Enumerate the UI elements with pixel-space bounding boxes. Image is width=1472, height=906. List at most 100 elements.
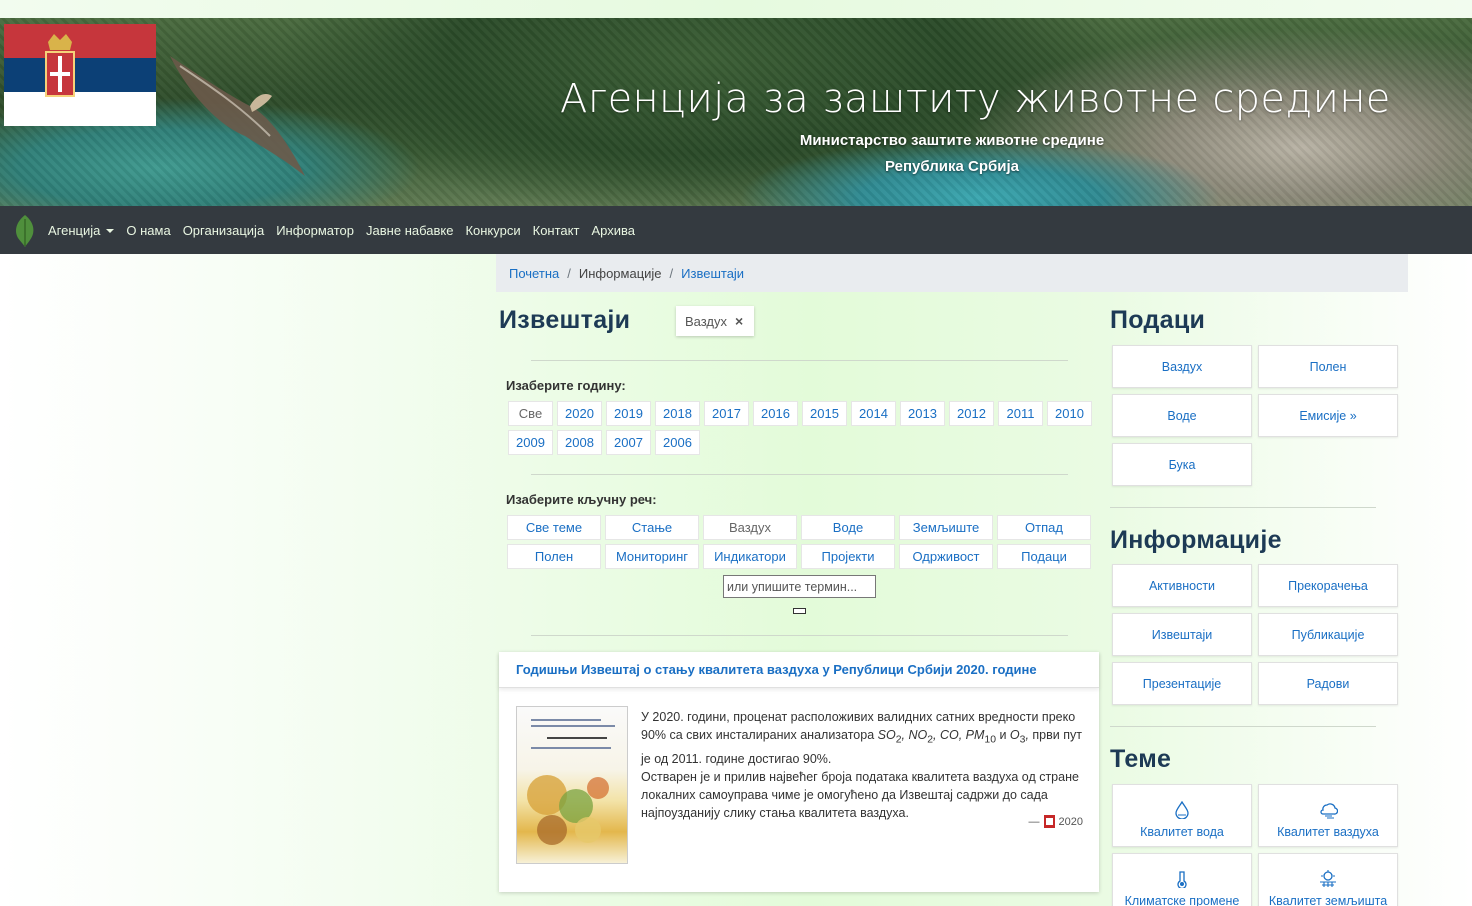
year-button[interactable]: 2014 bbox=[851, 401, 896, 426]
site-title: Агенција за заштиту животне средине bbox=[560, 76, 1391, 122]
report-title-link[interactable]: Годишњи Извештај о стању квалитета вазду… bbox=[499, 652, 1099, 688]
year-button[interactable]: 2017 bbox=[704, 401, 749, 426]
info-link-reports[interactable]: Извештаји bbox=[1112, 613, 1252, 656]
top-strip bbox=[0, 0, 1472, 18]
year-button-all[interactable]: Све bbox=[508, 401, 553, 426]
year-button[interactable]: 2010 bbox=[1047, 401, 1092, 426]
topics-links-grid: Квалитет вода Квалитет ваздуха Климатске… bbox=[1112, 784, 1400, 906]
keyword-button[interactable]: Одрживост bbox=[899, 544, 993, 569]
info-link-papers[interactable]: Радови bbox=[1258, 662, 1398, 705]
keyword-button[interactable]: Отпад bbox=[997, 515, 1091, 540]
year-button[interactable]: 2012 bbox=[949, 401, 994, 426]
vulture-image bbox=[170, 56, 305, 176]
year-filter-grid: Све 2020 2019 2018 2017 2016 2015 2014 2… bbox=[508, 401, 1092, 455]
info-link-publications[interactable]: Публикације bbox=[1258, 613, 1398, 656]
topic-link-soil-quality[interactable]: Квалитет земљишта bbox=[1258, 853, 1398, 906]
nav-archive[interactable]: Архива bbox=[585, 223, 641, 238]
year-button[interactable]: 2007 bbox=[606, 430, 651, 455]
keyword-button[interactable]: Земљиште bbox=[899, 515, 993, 540]
nav-agency-dropdown[interactable]: Агенција bbox=[48, 223, 120, 238]
year-button[interactable]: 2020 bbox=[557, 401, 602, 426]
report-para2: Остварен је и прилив највећег броја пода… bbox=[641, 769, 1079, 820]
divider bbox=[1110, 726, 1376, 727]
info-links-grid: Активности Прекорачења Извештаји Публика… bbox=[1112, 564, 1400, 705]
cloud-wind-icon bbox=[1320, 802, 1338, 818]
divider bbox=[1110, 507, 1376, 508]
year-button[interactable]: 2016 bbox=[753, 401, 798, 426]
divider bbox=[531, 635, 1068, 636]
keyword-button[interactable]: Полен bbox=[507, 544, 601, 569]
active-filter-label: Ваздух bbox=[685, 313, 728, 329]
main-navbar: Агенција О нама Организација Информатор … bbox=[0, 206, 1472, 254]
topic-label: Квалитет земљишта bbox=[1268, 893, 1388, 906]
active-filter-chip[interactable]: Ваздух × bbox=[676, 306, 754, 336]
keyword-button[interactable]: Воде bbox=[801, 515, 895, 540]
search-submit-button[interactable] bbox=[793, 608, 806, 614]
data-link-air[interactable]: Ваздух bbox=[1112, 345, 1252, 388]
report-summary: У 2020. години, проценат расположивих ва… bbox=[641, 710, 1082, 820]
year-button[interactable]: 2011 bbox=[998, 401, 1043, 426]
data-link-pollen[interactable]: Полен bbox=[1258, 345, 1398, 388]
keyword-button[interactable]: Подаци bbox=[997, 544, 1091, 569]
topic-label: Климатске промене bbox=[1124, 893, 1240, 906]
nav-about[interactable]: О нама bbox=[120, 223, 176, 238]
thermometer-icon bbox=[1177, 870, 1187, 888]
topic-label: Квалитет ваздуха bbox=[1277, 824, 1379, 839]
info-link-activities[interactable]: Активности bbox=[1112, 564, 1252, 607]
year-label: Изаберите годину: bbox=[506, 378, 626, 393]
year-button[interactable]: 2009 bbox=[508, 430, 553, 455]
keyword-label: Изаберите кључну реч: bbox=[506, 492, 657, 507]
country-subtitle: Република Србија bbox=[884, 158, 1020, 175]
pdf-icon bbox=[1043, 815, 1055, 828]
year-button[interactable]: 2018 bbox=[655, 401, 700, 426]
breadcrumb-middle: Информације bbox=[578, 265, 662, 281]
close-icon[interactable]: × bbox=[735, 313, 743, 329]
water-drop-icon bbox=[1175, 800, 1189, 819]
page-title: Извештаји bbox=[499, 306, 631, 334]
keyword-button[interactable]: Стање bbox=[605, 515, 699, 540]
report-cover-image[interactable] bbox=[516, 706, 628, 864]
year-button[interactable]: 2015 bbox=[802, 401, 847, 426]
year-button[interactable]: 2008 bbox=[557, 430, 602, 455]
nav-organization[interactable]: Организација bbox=[177, 223, 271, 238]
info-link-exceedances[interactable]: Прекорачења bbox=[1258, 564, 1398, 607]
topic-link-climate-change[interactable]: Климатске промене bbox=[1112, 853, 1252, 906]
nav-competitions[interactable]: Конкурси bbox=[459, 223, 526, 238]
soil-icon bbox=[1320, 869, 1336, 887]
breadcrumb-separator: / bbox=[567, 265, 571, 281]
report-card: Годишњи Извештај о стању квалитета вазду… bbox=[499, 652, 1099, 892]
breadcrumb-current[interactable]: Извештаји bbox=[681, 266, 744, 281]
nav-procurement[interactable]: Јавне набавке bbox=[360, 223, 459, 238]
breadcrumb-home[interactable]: Почетна bbox=[509, 266, 559, 281]
divider bbox=[531, 360, 1068, 361]
year-button[interactable]: 2013 bbox=[900, 401, 945, 426]
year-button[interactable]: 2006 bbox=[655, 430, 700, 455]
data-link-water[interactable]: Воде bbox=[1112, 394, 1252, 437]
nav-informator[interactable]: Информатор bbox=[270, 223, 360, 238]
topic-link-air-quality[interactable]: Квалитет ваздуха bbox=[1258, 784, 1398, 847]
topic-label: Квалитет вода bbox=[1140, 824, 1224, 839]
header-banner: Агенција за заштиту животне средине Мини… bbox=[0, 18, 1472, 206]
keyword-button-active[interactable]: Ваздух bbox=[703, 515, 797, 540]
data-link-noise[interactable]: Бука bbox=[1112, 443, 1252, 486]
report-download[interactable]: — 2020 bbox=[1029, 815, 1083, 828]
breadcrumb: Почетна / Информације / Извештаји bbox=[496, 254, 1408, 292]
topic-link-water-quality[interactable]: Квалитет вода bbox=[1112, 784, 1252, 847]
keyword-button[interactable]: Пројекти bbox=[801, 544, 895, 569]
leaf-logo-icon[interactable] bbox=[12, 214, 38, 248]
serbian-flag-logo[interactable] bbox=[4, 24, 156, 126]
keyword-filter-grid: Све теме Стање Ваздух Воде Земљиште Отпа… bbox=[507, 515, 1093, 569]
nav-contact[interactable]: Контакт bbox=[527, 223, 586, 238]
data-link-emissions[interactable]: Емисије » bbox=[1258, 394, 1398, 437]
year-button[interactable]: 2019 bbox=[606, 401, 651, 426]
breadcrumb-separator: / bbox=[669, 265, 674, 281]
data-heading: Подаци bbox=[1110, 306, 1206, 334]
coat-of-arms-icon bbox=[45, 34, 75, 97]
keyword-button[interactable]: Све теме bbox=[507, 515, 601, 540]
keyword-button[interactable]: Индикатори bbox=[703, 544, 797, 569]
info-link-presentations[interactable]: Презентације bbox=[1112, 662, 1252, 705]
ministry-subtitle: Министарство заштите животне средине bbox=[799, 132, 1105, 149]
search-term-input[interactable] bbox=[723, 575, 876, 598]
keyword-button[interactable]: Мониторинг bbox=[605, 544, 699, 569]
nav-agency-label: Агенција bbox=[48, 222, 101, 238]
